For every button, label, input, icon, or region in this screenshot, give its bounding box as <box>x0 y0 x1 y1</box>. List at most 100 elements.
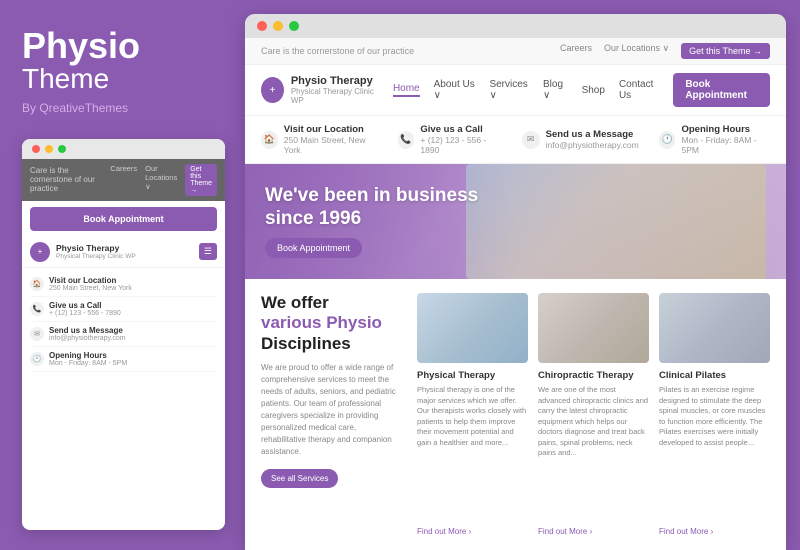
mini-location-icon: 🏠 <box>30 277 44 291</box>
desktop-nav-site-info: Physio Therapy Physical Therapy Clinic W… <box>291 75 377 105</box>
brand-physio: Physio <box>22 25 140 66</box>
mini-location-label: Visit our Location <box>49 276 132 285</box>
desktop-nav-blog[interactable]: Blog ∨ <box>543 79 568 101</box>
brand-block: Physio Theme By QreativeThemes <box>22 28 225 115</box>
card-title-ct: Chiropractic Therapy <box>538 370 649 381</box>
desktop-phone-icon: 📞 <box>398 131 415 149</box>
card-desc-pt: Physical therapy is one of the major ser… <box>417 385 528 522</box>
mini-location-value: 250 Main Street, New York <box>49 285 132 292</box>
service-cards: Physical Therapy Physical therapy is one… <box>417 293 770 536</box>
mini-clock-icon: 🕐 <box>30 352 44 366</box>
mini-info-hours: 🕐 Opening Hours Mon - Friday: 8AM - 5PM <box>30 347 217 372</box>
desktop-email-icon: ✉ <box>522 131 540 149</box>
mini-dot-yellow <box>45 145 53 153</box>
mini-hours-label: Opening Hours <box>49 351 127 360</box>
card-image-pilates <box>659 293 770 363</box>
desktop-hours-label: Opening Hours <box>681 124 770 135</box>
mini-phone-icon: 📞 <box>30 302 44 316</box>
desktop-nav-site-name: Physio Therapy <box>291 75 377 87</box>
desktop-nav-services[interactable]: Services ∨ <box>489 79 529 101</box>
desktop-nav-contact[interactable]: Contact Us <box>619 79 659 101</box>
mini-topbar-text: Care is the cornerstone of our practice <box>30 166 102 193</box>
desktop-location-value: 250 Main Street, New York <box>284 135 378 155</box>
hero-title: We've been in business since 1996 <box>265 185 478 231</box>
brand-subtitle: Theme <box>22 64 225 95</box>
card-link-pt[interactable]: Find out More › <box>417 527 528 536</box>
hero-title-line1: We've been in business <box>265 185 478 206</box>
mini-info-phone: 📞 Give us a Call + (12) 123 - 556 - 7890 <box>30 297 217 322</box>
see-services-btn[interactable]: See all Services <box>261 469 338 488</box>
desktop-main-content: We offer various Physio Disciplines We a… <box>245 279 786 550</box>
desktop-info-hours: 🕐 Opening Hours Mon - Friday: 8AM - 5PM <box>659 124 770 155</box>
offer-title-line2: various Physio <box>261 313 382 332</box>
offer-title-line1: We offer <box>261 293 329 312</box>
mini-info-rows: 🏠 Visit our Location 250 Main Street, Ne… <box>22 268 225 376</box>
desktop-nav-home[interactable]: Home <box>393 83 420 97</box>
mini-email-icon: ✉ <box>30 327 44 341</box>
card-image-chiropractic <box>538 293 649 363</box>
desktop-info-email: ✉ Send us a Message info@physiotherapy.c… <box>522 124 639 155</box>
desktop-clock-icon: 🕐 <box>659 131 676 149</box>
left-panel: Physio Theme By QreativeThemes Care is t… <box>0 0 245 550</box>
mini-dot-green <box>58 145 66 153</box>
desktop-location-icon: 🏠 <box>261 131 278 149</box>
mini-browser-bar <box>22 139 225 159</box>
card-link-cp[interactable]: Find out More › <box>659 527 770 536</box>
desktop-hero-section: We've been in business since 1996 Book A… <box>245 164 786 279</box>
mini-nav-links: Careers Our Locations ∨ Get this Theme → <box>110 164 217 196</box>
desktop-logo-circle: + <box>261 77 284 103</box>
desktop-content: Care is the cornerstone of our practice … <box>245 38 786 550</box>
mini-email-text: Send us a Message info@physiotherapy.com <box>49 326 126 342</box>
mini-location-text: Visit our Location 250 Main Street, New … <box>49 276 132 292</box>
card-link-ct[interactable]: Find out More › <box>538 527 649 536</box>
mini-info-email: ✉ Send us a Message info@physiotherapy.c… <box>30 322 217 347</box>
desktop-careers-link[interactable]: Careers <box>560 43 592 59</box>
desktop-phone-label: Give us a Call <box>420 124 501 135</box>
mini-book-appointment-btn[interactable]: Book Appointment <box>30 207 217 231</box>
desktop-locations-link[interactable]: Our Locations ∨ <box>604 43 669 59</box>
desktop-location-text: Visit our Location 250 Main Street, New … <box>284 124 378 155</box>
desktop-nav-about[interactable]: About Us ∨ <box>434 79 476 101</box>
hero-book-btn[interactable]: Book Appointment <box>265 238 362 258</box>
desktop-browser-bar <box>245 14 786 38</box>
service-card-physical-therapy: Physical Therapy Physical therapy is one… <box>417 293 528 536</box>
desktop-book-appointment-btn[interactable]: Book Appointment <box>673 73 770 107</box>
desktop-top-links: Careers Our Locations ∨ Get this Theme → <box>560 43 770 59</box>
desktop-topbar-text: Care is the cornerstone of our practice <box>261 46 414 56</box>
desktop-location-label: Visit our Location <box>284 124 378 135</box>
service-card-chiropractic: Chiropractic Therapy We are one of the m… <box>538 293 649 536</box>
desktop-info-bar: 🏠 Visit our Location 250 Main Street, Ne… <box>245 116 786 164</box>
mini-locations-link[interactable]: Our Locations ∨ <box>145 164 177 196</box>
card-desc-ct: We are one of the most advanced chiropra… <box>538 385 649 522</box>
mini-dot-red <box>32 145 40 153</box>
mini-hours-text: Opening Hours Mon - Friday: 8AM - 5PM <box>49 351 127 367</box>
desktop-phone-value: + (12) 123 - 556 - 1890 <box>420 135 501 155</box>
mini-header-row: + Physio Therapy Physical Therapy Clinic… <box>22 237 225 268</box>
desktop-info-location: 🏠 Visit our Location 250 Main Street, Ne… <box>261 124 378 155</box>
card-image-physical-therapy <box>417 293 528 363</box>
mini-hamburger-icon[interactable]: ☰ <box>199 243 217 260</box>
mini-phone-text: Give us a Call + (12) 123 - 556 - 7890 <box>49 301 121 317</box>
mini-browser-preview: Care is the cornerstone of our practice … <box>22 139 225 530</box>
mini-phone-label: Give us a Call <box>49 301 121 310</box>
desktop-browser-preview: Care is the cornerstone of our practice … <box>245 14 786 550</box>
desktop-email-text: Send us a Message info@physiotherapy.com <box>546 129 639 150</box>
desktop-nav-links: Home About Us ∨ Services ∨ Blog ∨ Shop C… <box>393 73 770 107</box>
card-desc-cp: Pilates is an exercise regime designed t… <box>659 385 770 522</box>
desktop-hours-value: Mon - Friday: 8AM - 5PM <box>681 135 770 155</box>
card-img-ct-bg <box>538 293 649 363</box>
mini-logo-circle: + <box>30 242 50 262</box>
desktop-dot-yellow <box>273 21 283 31</box>
desktop-nav-site-sub: Physical Therapy Clinic WP <box>291 87 377 105</box>
desktop-get-theme-btn[interactable]: Get this Theme → <box>681 43 770 59</box>
hero-title-line2: since 1996 <box>265 208 361 229</box>
mini-email-value: info@physiotherapy.com <box>49 335 126 342</box>
mini-careers-link[interactable]: Careers <box>110 164 137 196</box>
mini-info-location: 🏠 Visit our Location 250 Main Street, Ne… <box>30 272 217 297</box>
mini-get-theme-btn[interactable]: Get this Theme → <box>185 164 217 196</box>
offer-title-line3: Disciplines <box>261 334 351 353</box>
service-card-pilates: Clinical Pilates Pilates is an exercise … <box>659 293 770 536</box>
desktop-info-phone: 📞 Give us a Call + (12) 123 - 556 - 1890 <box>398 124 502 155</box>
desktop-nav-shop[interactable]: Shop <box>582 85 605 96</box>
desktop-nav-logo: + Physio Therapy Physical Therapy Clinic… <box>261 75 377 105</box>
